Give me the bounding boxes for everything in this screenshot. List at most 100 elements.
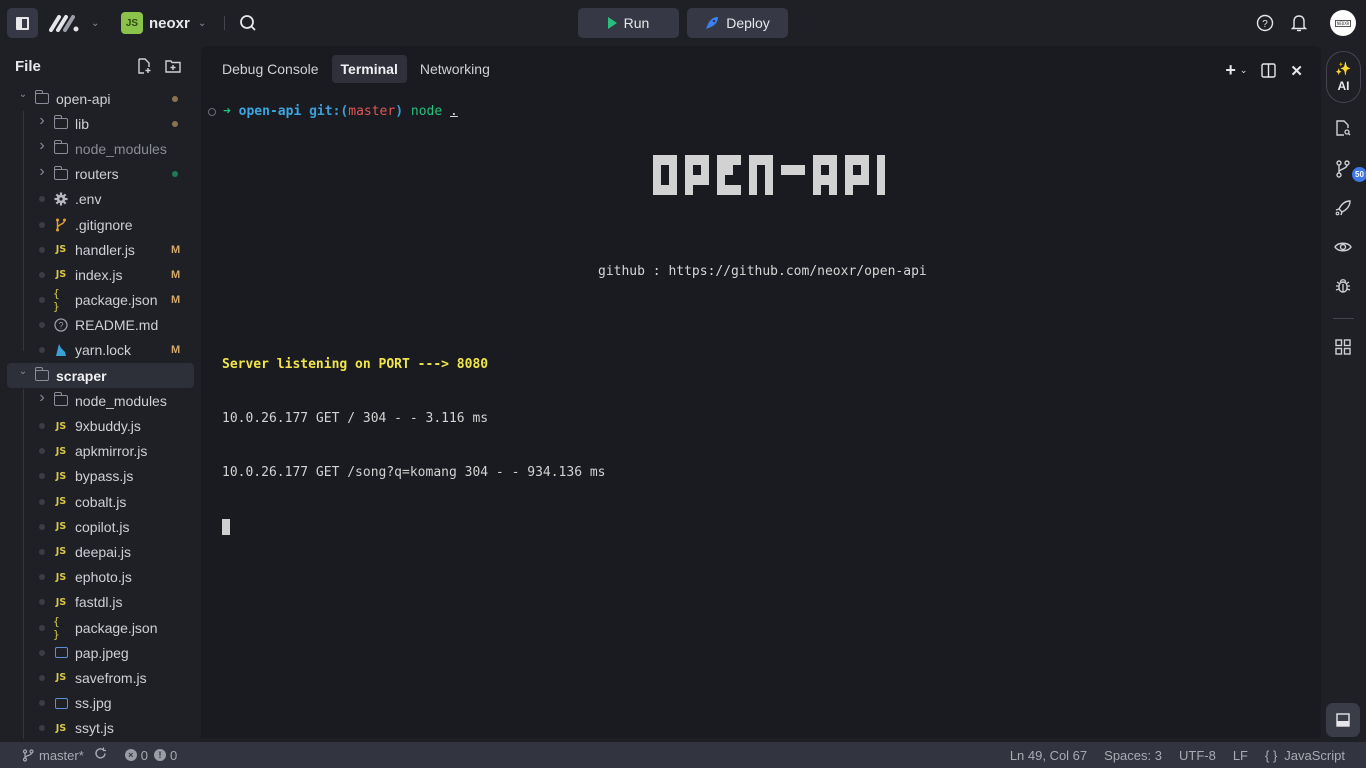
banner-pixel [853,155,861,165]
deployments-button[interactable] [1333,198,1353,218]
notifications-button[interactable] [1289,13,1309,33]
tree-file[interactable]: JS ssyt.js [0,716,201,741]
tree-file[interactable]: ? README.md [0,313,201,338]
encoding[interactable]: UTF-8 [1179,748,1216,763]
tree-item-label: .gitignore [75,216,133,233]
tree-item-label: handler.js [75,241,135,258]
error-icon: × [124,749,137,761]
chevron-down-icon[interactable]: ⌄ [18,366,28,377]
tree-file[interactable]: JS fastdl.js [0,590,201,615]
rocket-icon [706,17,719,29]
branch-status[interactable]: master* [22,748,84,763]
chevron-right-icon[interactable]: › [37,112,47,130]
js-icon: JS [55,596,67,608]
tree-file[interactable]: JS bypass.js [0,464,201,489]
workspace-selector[interactable]: JS neoxr ⌄ [121,11,206,35]
tree-file[interactable]: JS ephoto.js [0,565,201,590]
banner-pixel [829,155,837,165]
banner-pixel [845,175,853,185]
split-icon [1261,63,1277,78]
deploy-button[interactable]: Deploy [687,8,788,38]
right-activity-bar: ✨ AI 50 [1321,46,1366,738]
modified-badge: M [171,268,181,281]
banner-pixel [821,155,829,165]
git-status-dot [172,120,178,127]
chevron-right-icon[interactable]: › [37,137,47,155]
banner-pixel [749,185,757,195]
user-avatar[interactable]: NEOXR [1330,10,1356,36]
tree-file[interactable]: JS savefrom.js [0,665,201,690]
avatar-text: NEOXR [1334,19,1352,27]
help-button[interactable]: ? [1255,13,1275,33]
search-button[interactable] [238,13,258,33]
run-button[interactable]: Run [578,8,679,38]
rocket-icon [1335,200,1351,216]
end-of-line[interactable]: LF [1233,748,1248,763]
tree-file[interactable]: yarn.lock M [0,338,201,363]
banner-pixel [685,155,693,165]
tree-item-label: pap.jpeg [75,644,129,661]
bug-icon [1335,279,1351,293]
tree-folder[interactable]: › node_modules [0,136,201,161]
chevron-right-icon[interactable]: › [37,389,47,407]
banner-pixel [685,175,693,185]
ai-assistant-button[interactable]: ✨ AI [1326,51,1361,103]
language-mode[interactable]: { } JavaScript [1265,748,1345,763]
tree-folder[interactable]: › lib [0,111,201,136]
tree-folder[interactable]: › routers [0,162,201,187]
problems-status[interactable]: × 0 ! 0 [124,748,177,763]
tree-file[interactable]: JS handler.js M [0,237,201,262]
preview-button[interactable] [1333,237,1353,257]
sidebar-icon [16,16,29,30]
banner-pixel [669,155,677,165]
file-search-button[interactable] [1333,118,1353,138]
js-icon: JS [55,521,67,533]
tab-networking[interactable]: Networking [411,55,499,83]
chevron-right-icon[interactable]: › [37,163,47,181]
app-logo-menu[interactable]: ⌄ [49,13,103,33]
tree-folder[interactable]: ⌄ scraper [7,363,194,389]
banner-pixel [653,165,661,175]
extensions-button[interactable] [1333,337,1353,357]
tab-terminal[interactable]: Terminal [331,55,407,83]
workspace-name: neoxr [149,14,190,32]
tree-folder[interactable]: ⌄ open-api [0,86,201,111]
js-icon: JS [55,470,67,482]
debugger-button[interactable] [1333,276,1353,296]
new-file-icon [138,58,151,74]
tab-debug-console[interactable]: Debug Console [213,55,328,83]
tree-file[interactable]: .gitignore [0,212,201,237]
new-terminal-button[interactable]: + ⌄ [1225,60,1247,81]
split-terminal-button[interactable] [1261,63,1277,78]
file-tree: ⌄ open-api › lib › node_modules › routers .env .g… [0,86,201,741]
tree-item-label: cobalt.js [75,493,127,510]
toggle-panel-button[interactable] [1326,703,1360,737]
source-control-button[interactable]: 50 [1333,159,1366,182]
tree-file[interactable]: .env [0,187,201,212]
new-file-button[interactable] [136,58,152,74]
tree-file[interactable]: JS copilot.js [0,514,201,539]
tree-file[interactable]: pap.jpeg [0,640,201,665]
tree-file[interactable]: { } package.json M [0,287,201,313]
tree-folder[interactable]: › node_modules [0,388,201,413]
close-panel-button[interactable]: ✕ [1290,62,1303,80]
banner-pixel [765,175,773,185]
banner-pixel [797,165,805,175]
git-branch-icon [53,218,69,232]
sync-button[interactable] [94,747,107,763]
sidebar-toggle-button[interactable] [7,8,38,38]
cursor-position[interactable]: Ln 49, Col 67 [1010,748,1087,763]
tree-file[interactable]: JS deepai.js [0,539,201,564]
tree-file[interactable]: ss.jpg [0,691,201,716]
bullet-icon [39,523,45,530]
tree-file[interactable]: JS cobalt.js [0,489,201,514]
chevron-down-icon[interactable]: ⌄ [18,89,28,100]
tree-file[interactable]: JS 9xbuddy.js [0,413,201,438]
tree-file[interactable]: JS apkmirror.js [0,439,201,464]
indentation[interactable]: Spaces: 3 [1104,748,1162,763]
eye-icon [1334,242,1352,252]
tree-file[interactable]: { } package.json [0,615,201,641]
tree-file[interactable]: JS index.js M [0,262,201,287]
new-folder-button[interactable] [165,58,181,74]
js-icon: JS [55,269,67,281]
